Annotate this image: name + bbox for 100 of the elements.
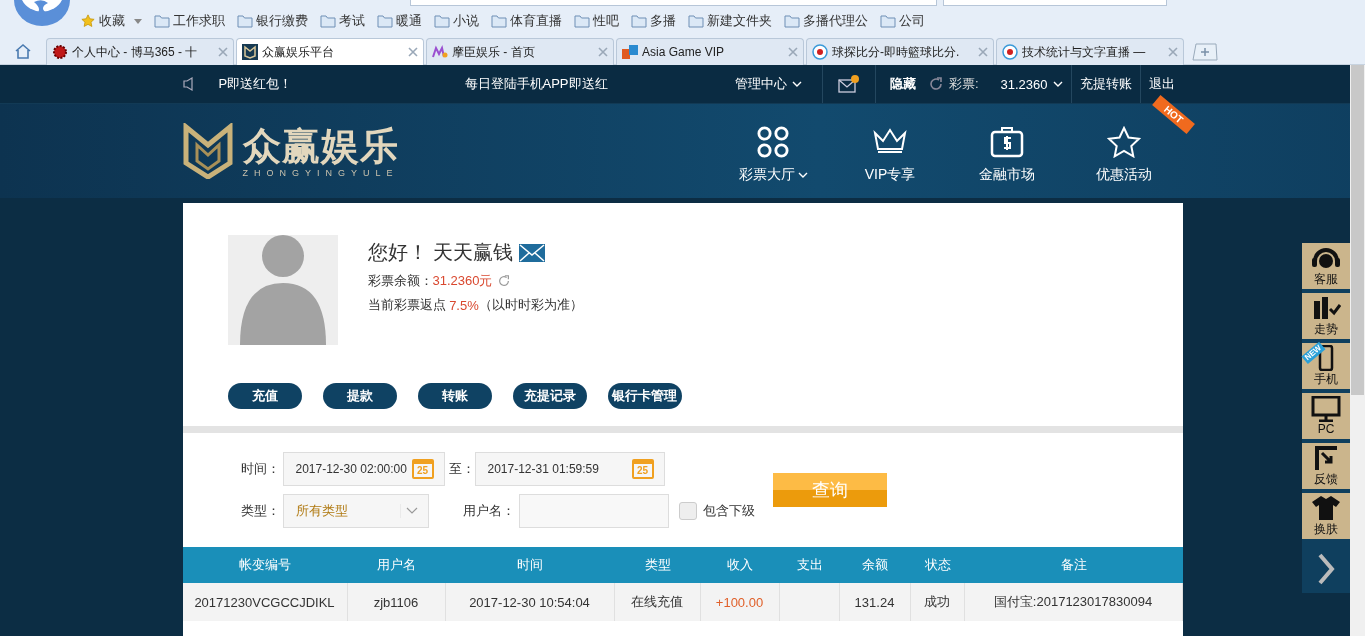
address-field[interactable] bbox=[410, 0, 937, 6]
chevron-right-icon[interactable] bbox=[1316, 553, 1336, 585]
side-toolbar-button[interactable]: 反馈 bbox=[1302, 443, 1350, 489]
bookmark-item[interactable]: 工作求职 bbox=[154, 12, 225, 30]
home-icon[interactable] bbox=[14, 43, 32, 59]
star-icon bbox=[1107, 126, 1141, 158]
browser-tab[interactable]: 摩臣娱乐 - 首页 bbox=[426, 38, 614, 65]
speaker-icon bbox=[182, 77, 195, 91]
column-header: 时间 bbox=[516, 556, 544, 574]
ball-icon bbox=[812, 44, 828, 60]
date-field[interactable]: 2017-12-31 01:59:59 25 bbox=[474, 452, 665, 486]
side-toolbar-button[interactable]: 走势 bbox=[1302, 293, 1350, 339]
hide-link[interactable]: 隐藏 bbox=[875, 65, 928, 103]
checkbox-label: 包含下级 bbox=[702, 502, 755, 520]
bookmark-item[interactable]: 多播代理公 bbox=[784, 12, 868, 30]
table-cell: 在线充值 bbox=[614, 583, 701, 621]
side-toolbar-button[interactable]: 换肤 bbox=[1302, 493, 1350, 539]
action-button[interactable]: 转账 bbox=[417, 383, 492, 409]
close-icon[interactable] bbox=[218, 47, 228, 57]
management-menu[interactable]: 管理中心 bbox=[714, 65, 823, 103]
action-button[interactable]: 银行卡管理 bbox=[607, 383, 682, 409]
gear-icon bbox=[52, 44, 68, 60]
folder-icon bbox=[491, 14, 507, 28]
username-field[interactable] bbox=[518, 494, 669, 528]
browser-tab[interactable]: 球探比分-即時籃球比分. bbox=[806, 38, 994, 65]
type-label: 类型： bbox=[240, 502, 281, 520]
side-toolbar-button[interactable]: 客服 bbox=[1302, 243, 1350, 289]
action-button[interactable]: 充提记录 bbox=[512, 383, 587, 409]
to-label: 至： bbox=[448, 460, 475, 478]
folder-icon bbox=[154, 14, 170, 28]
table-cell: 国付宝:2017123017830094 bbox=[964, 583, 1183, 621]
action-button[interactable]: 提款 bbox=[322, 383, 397, 409]
username-label: 用户名： bbox=[462, 502, 515, 520]
table-cell: +100.00 bbox=[700, 583, 780, 621]
column-header: 收入 bbox=[726, 556, 754, 574]
tab-title: 摩臣娱乐 - 首页 bbox=[452, 43, 536, 61]
folder-icon bbox=[880, 14, 896, 28]
ag-logo-icon bbox=[622, 44, 638, 60]
envelope-icon[interactable] bbox=[519, 243, 546, 262]
close-icon[interactable] bbox=[598, 47, 608, 57]
bookmark-item[interactable]: 性吧 bbox=[574, 12, 619, 30]
mail-icon[interactable] bbox=[837, 75, 860, 93]
bookmark-item[interactable]: 多播 bbox=[631, 12, 676, 30]
bookmark-item[interactable]: 小说 bbox=[434, 12, 479, 30]
column-header: 支出 bbox=[795, 556, 824, 574]
nav-item[interactable]: 金融市场 bbox=[948, 125, 1066, 185]
bookmark-item[interactable]: 新建文件夹 bbox=[688, 12, 772, 30]
folder-icon bbox=[377, 14, 393, 28]
balance-dropdown[interactable]: 31.2360 bbox=[992, 65, 1072, 103]
column-header: 用户名 bbox=[376, 556, 417, 574]
checkbox[interactable] bbox=[678, 502, 697, 520]
balance-label: 彩票余额： bbox=[367, 272, 433, 290]
ball-icon bbox=[1002, 44, 1018, 60]
refresh-icon[interactable] bbox=[496, 274, 511, 288]
shirt-icon bbox=[1311, 494, 1341, 521]
bookmark-item[interactable]: 收藏 bbox=[80, 12, 142, 30]
action-button[interactable]: 充值 bbox=[227, 383, 302, 409]
time-label: 时间： bbox=[240, 460, 281, 478]
bookmark-item[interactable]: 考试 bbox=[320, 12, 365, 30]
new-tab-icon[interactable] bbox=[1192, 43, 1218, 61]
column-header: 帐变编号 bbox=[238, 556, 292, 574]
column-header: 状态 bbox=[923, 556, 952, 574]
lottery-label: 彩票: bbox=[948, 75, 979, 93]
bookmark-item[interactable]: 体育直播 bbox=[491, 12, 562, 30]
bookmark-item[interactable]: 银行缴费 bbox=[237, 12, 308, 30]
search-field[interactable] bbox=[943, 0, 1167, 6]
scrollbar[interactable] bbox=[1350, 65, 1365, 636]
side-toolbar-button[interactable]: PC bbox=[1302, 393, 1350, 439]
close-icon[interactable] bbox=[788, 47, 798, 57]
browser-tab[interactable]: 技术统计与文字直播 — bbox=[996, 38, 1184, 65]
rebate-value: 7.5% bbox=[449, 297, 479, 313]
close-icon[interactable] bbox=[978, 47, 988, 57]
browser-tab[interactable]: 众赢娱乐平台 bbox=[236, 38, 424, 65]
column-header: 备注 bbox=[1059, 556, 1088, 574]
shield-logo-icon bbox=[182, 123, 233, 179]
nav-item[interactable]: VIP专享 bbox=[831, 125, 949, 185]
bookmark-item[interactable]: 暖通 bbox=[377, 12, 422, 30]
table-cell: 131.24 bbox=[839, 583, 911, 621]
tab-title: Asia Game VIP bbox=[642, 45, 726, 59]
tab-title: 个人中心 - 博马365 - 十 bbox=[72, 43, 199, 61]
date-field[interactable]: 2017-12-30 02:00:00 25 bbox=[282, 452, 445, 486]
refresh-icon[interactable] bbox=[927, 76, 944, 92]
browser-tab[interactable]: 个人中心 - 博马365 - 十 bbox=[46, 38, 234, 65]
browser-tab[interactable]: Asia Game VIP bbox=[616, 38, 804, 65]
column-header: 余额 bbox=[861, 556, 889, 574]
column-header: 类型 bbox=[643, 556, 672, 574]
browser-logo-icon[interactable] bbox=[14, 0, 70, 26]
type-select[interactable]: 所有类型 bbox=[282, 494, 429, 528]
close-icon[interactable] bbox=[1168, 47, 1178, 57]
grid-icon bbox=[756, 126, 790, 158]
caret-icon bbox=[1052, 81, 1063, 87]
folder-icon bbox=[434, 14, 450, 28]
folder-icon bbox=[784, 14, 800, 28]
logo-title: 众赢娱乐 bbox=[242, 124, 399, 168]
nav-item[interactable]: 彩票大厅 bbox=[714, 125, 832, 185]
close-icon[interactable] bbox=[408, 47, 418, 57]
promo-text: 每日登陆手机APP即送红 bbox=[464, 75, 609, 93]
bookmark-item[interactable]: 公司 bbox=[880, 12, 925, 30]
caret-icon bbox=[134, 18, 142, 24]
top-link[interactable]: 充提转账 bbox=[1071, 65, 1141, 103]
